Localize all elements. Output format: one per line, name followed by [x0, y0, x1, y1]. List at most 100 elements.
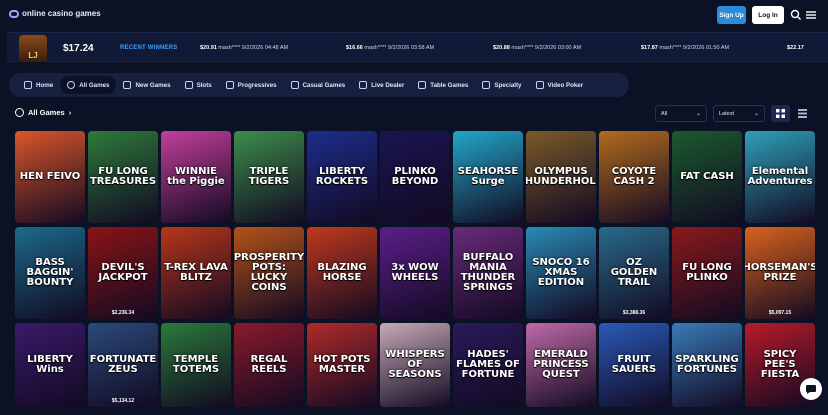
- grid-icon: [776, 109, 785, 118]
- game-title: BLAZING HORSE: [317, 262, 367, 283]
- game-title: Elemental Adventures: [747, 166, 813, 187]
- game-tile[interactable]: BLAZING HORSE: [307, 227, 377, 319]
- game-tile[interactable]: FORTUNATE ZEUS $5,134.12: [88, 323, 158, 407]
- recent-winners-label: RECENT WINNERS: [120, 45, 178, 51]
- winner-item: $16.66 mash**** 9/2/2026 03:58 AM: [346, 45, 435, 51]
- nav-slots[interactable]: Slots: [178, 76, 219, 94]
- all-games-heading[interactable]: All Games ›: [15, 108, 71, 117]
- game-tile[interactable]: FAT CASH: [672, 131, 742, 223]
- category-nav: Home All Games New Games Slots Progressi…: [9, 73, 629, 97]
- sort-select[interactable]: Latest ⌄: [713, 105, 765, 122]
- game-title: SEAHORSE Surge: [457, 166, 519, 187]
- menu-icon[interactable]: [805, 9, 817, 21]
- list-icon: [798, 109, 807, 118]
- grid-view-button[interactable]: [771, 105, 790, 122]
- game-title: EMERALD PRINCESS QUEST: [533, 349, 589, 380]
- game-tile[interactable]: Elemental Adventures: [745, 131, 815, 223]
- nav-specialty[interactable]: Specialty: [475, 76, 528, 94]
- home-icon: [24, 81, 32, 89]
- game-tile[interactable]: LIBERTY ROCKETS: [307, 131, 377, 223]
- nav-progressives[interactable]: Progressives: [219, 76, 284, 94]
- game-tile[interactable]: SNOCO 16 XMAS EDITION: [526, 227, 596, 319]
- game-tile[interactable]: HORSEMAN'S PRIZE $5,097.15: [745, 227, 815, 319]
- recent-winners-bar: LJ $17.24 RECENT WINNERS $20.91 mash****…: [7, 32, 828, 62]
- game-tile[interactable]: REGAL REELS: [234, 323, 304, 407]
- slots-icon: [184, 81, 193, 89]
- game-title: REGAL REELS: [250, 354, 288, 375]
- game-title: LIBERTY ROCKETS: [315, 166, 369, 187]
- jackpot-amount: $2,236.34: [111, 310, 135, 316]
- game-tile[interactable]: 3x WOW WHEELS: [380, 227, 450, 319]
- chat-button[interactable]: [800, 378, 822, 400]
- poker-icon: [535, 81, 544, 89]
- game-title: HADES' FLAMES OF FORTUNE: [456, 349, 520, 380]
- sign-up-button[interactable]: Sign Up: [717, 6, 746, 24]
- game-tile[interactable]: LIBERTY Wins: [15, 323, 85, 407]
- game-tile[interactable]: COYOTE CASH 2: [599, 131, 669, 223]
- game-tile[interactable]: FU LONG PLINKO: [672, 227, 742, 319]
- nav-table-games[interactable]: Table Games: [411, 76, 475, 94]
- log-in-button[interactable]: Log In: [752, 6, 784, 24]
- nav-home[interactable]: Home: [17, 76, 60, 94]
- game-tile[interactable]: TRIPLE TIGERS: [234, 131, 304, 223]
- game-tile[interactable]: HEN FEIVO: [15, 131, 85, 223]
- game-tile[interactable]: FU LONG TREASURES: [88, 131, 158, 223]
- play-icon: [15, 108, 24, 117]
- game-title: HOT POTS MASTER: [313, 354, 371, 375]
- chevron-down-icon: ⌄: [753, 111, 759, 117]
- game-title: FORTUNATE ZEUS: [89, 354, 157, 375]
- game-title: OZ GOLDEN TRAIL: [610, 257, 658, 288]
- winner-item: $22.17: [787, 45, 804, 51]
- game-title: TRIPLE TIGERS: [248, 166, 290, 187]
- avatar[interactable]: LJ: [19, 35, 47, 61]
- filter-select[interactable]: All ⌄: [655, 105, 707, 122]
- chat-icon: [806, 385, 816, 394]
- game-tile[interactable]: BASS BAGGIN' BOUNTY: [15, 227, 85, 319]
- game-tile[interactable]: BUFFALO MANIA THUNDER SPRINGS: [453, 227, 523, 319]
- game-tile[interactable]: SPARKLING FORTUNES: [672, 323, 742, 407]
- site-logo[interactable]: online casino games: [9, 9, 101, 18]
- game-title: PROSPERITY POTS: LUCKY COINS: [234, 252, 304, 293]
- casual-icon: [290, 81, 299, 89]
- game-tile[interactable]: TEMPLE TOTEMS: [161, 323, 231, 407]
- game-tile[interactable]: OLYMPUS THUNDERHOLD: [526, 131, 596, 223]
- nav-all-games[interactable]: All Games: [60, 76, 117, 94]
- game-title: WHISPERS OF SEASONS: [385, 349, 445, 380]
- jackpot-amount: $3,388.36: [622, 310, 646, 316]
- nav-live-dealer[interactable]: Live Dealer: [352, 76, 411, 94]
- table-icon: [418, 81, 427, 89]
- jackpot-amount: $5,097.15: [768, 310, 792, 316]
- game-tile[interactable]: T-REX LAVA BLITZ: [161, 227, 231, 319]
- avatar-label: LJ: [28, 51, 38, 60]
- game-tile[interactable]: PROSPERITY POTS: LUCKY COINS: [234, 227, 304, 319]
- winner-item: $20.91 mash**** 9/2/2026 04:48 AM: [200, 45, 289, 51]
- game-tile[interactable]: FRUIT SAUERS: [599, 323, 669, 407]
- play-icon: [67, 81, 76, 89]
- winner-item: $17.87 mash**** 9/2/2026 01:50 AM: [641, 45, 730, 51]
- game-title: TEMPLE TOTEMS: [172, 354, 220, 375]
- game-tile[interactable]: HADES' FLAMES OF FORTUNE: [453, 323, 523, 407]
- game-tile[interactable]: HOT POTS MASTER: [307, 323, 377, 407]
- game-tile[interactable]: EMERALD PRINCESS QUEST: [526, 323, 596, 407]
- top-bar: online casino games Sign Up Log In: [0, 0, 828, 30]
- game-tile[interactable]: SEAHORSE Surge: [453, 131, 523, 223]
- game-tile[interactable]: WINNIE the Piggie: [161, 131, 231, 223]
- game-title: FU LONG TREASURES: [89, 166, 157, 187]
- nav-video-poker[interactable]: Video Poker: [529, 76, 591, 94]
- search-icon[interactable]: [790, 9, 802, 21]
- game-title: COYOTE CASH 2: [611, 166, 657, 187]
- game-tile[interactable]: WHISPERS OF SEASONS: [380, 323, 450, 407]
- list-view-button[interactable]: [793, 105, 812, 122]
- game-tile[interactable]: DEVIL'S JACKPOT $2,236.34: [88, 227, 158, 319]
- logo-text: online casino games: [22, 9, 101, 18]
- game-title: BASS BAGGIN' BOUNTY: [26, 257, 74, 288]
- game-title: FU LONG PLINKO: [682, 262, 732, 283]
- nav-new-games[interactable]: New Games: [116, 76, 177, 94]
- game-tile[interactable]: OZ GOLDEN TRAIL $3,388.36: [599, 227, 669, 319]
- nav-casual-games[interactable]: Casual Games: [284, 76, 353, 94]
- game-tile[interactable]: PLINKO BEYOND: [380, 131, 450, 223]
- game-title: OLYMPUS THUNDERHOLD: [526, 166, 596, 187]
- game-title: HORSEMAN'S PRIZE: [745, 262, 815, 283]
- section-title: All Games: [28, 108, 65, 117]
- chevron-down-icon: ⌄: [695, 111, 701, 117]
